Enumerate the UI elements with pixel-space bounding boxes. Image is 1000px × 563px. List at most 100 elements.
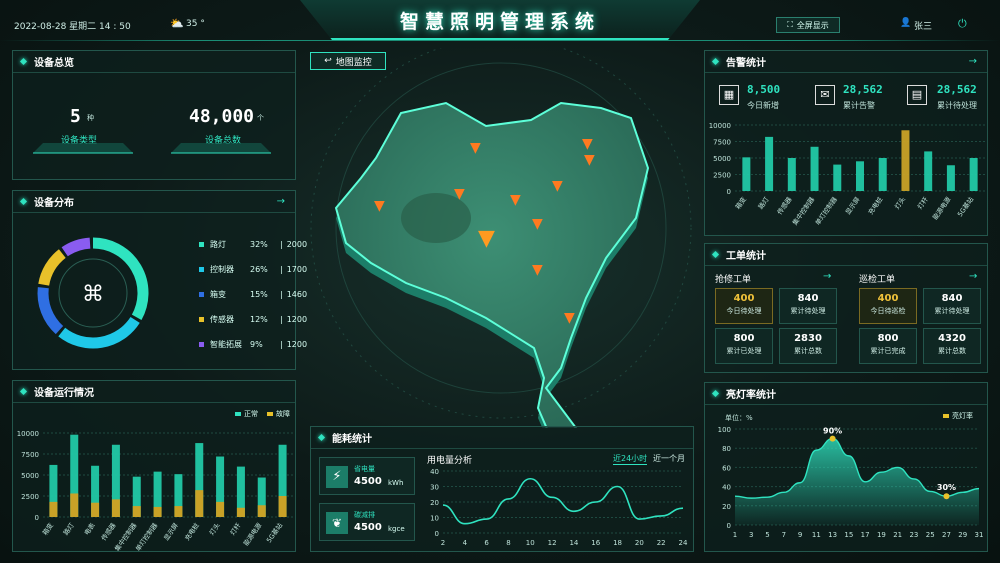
bar bbox=[132, 506, 141, 517]
workorder-card[interactable]: 840 累计待处理 bbox=[923, 288, 981, 324]
x-tick-label: 5 bbox=[765, 531, 769, 539]
arrow-right-icon[interactable]: → bbox=[969, 271, 977, 282]
user-name[interactable]: 张三 bbox=[914, 19, 932, 32]
x-tick-label: 电表 bbox=[82, 521, 97, 537]
y-tick-label: 100 bbox=[718, 426, 731, 434]
x-tick-label: 6 bbox=[484, 539, 489, 547]
legend-light-rate: 亮灯率 bbox=[943, 411, 973, 421]
bar bbox=[810, 146, 819, 191]
x-tick-label: 路灯 bbox=[61, 521, 76, 537]
workorder-value: 800 bbox=[733, 333, 755, 344]
panel-title: 工单统计 bbox=[726, 251, 766, 262]
distribution-legend-item: 传感器 12% | 1200 bbox=[199, 314, 307, 325]
x-tick-label: 5G基站 bbox=[264, 521, 284, 545]
x-tick-label: 21 bbox=[893, 531, 902, 539]
legend-pct: 12% bbox=[250, 315, 268, 324]
x-tick-label: 29 bbox=[958, 531, 967, 539]
x-tick-label: 集中控制器 bbox=[790, 195, 816, 227]
arrow-right-icon[interactable]: → bbox=[969, 56, 977, 67]
x-tick-label: 4 bbox=[463, 539, 468, 547]
legend-name: 传感器 bbox=[210, 315, 234, 324]
expand-icon: ⛶ bbox=[787, 20, 793, 29]
energy-panel: 能耗统计 ⚡ 省电量 4500 kWh ❦ 碳减排 4500 kgce 用电量分… bbox=[310, 426, 694, 552]
y-tick-label: 0 bbox=[727, 188, 731, 196]
map-pin-icon[interactable]: ▼ bbox=[532, 216, 543, 232]
x-tick-label: 传感器 bbox=[99, 521, 118, 543]
bar bbox=[111, 499, 120, 517]
workorder-card[interactable]: 4320 累计总数 bbox=[923, 328, 981, 364]
datetime-text: 2022-08-28 星期二 14 : 50 bbox=[14, 22, 131, 32]
donut-slice bbox=[38, 249, 66, 286]
workorder-label: 今日待巡检 bbox=[870, 307, 906, 315]
y-tick-label: 10000 bbox=[17, 430, 39, 438]
distribution-donut-chart: ⌘ bbox=[37, 237, 149, 349]
low-label: 30% bbox=[937, 483, 956, 492]
x-tick-label: 27 bbox=[942, 531, 951, 539]
map-pin-icon[interactable]: ▼ bbox=[454, 186, 465, 202]
x-tick-label: 灯头 bbox=[207, 521, 222, 537]
legend-pct: 15% bbox=[250, 290, 268, 299]
inbox-icon: ✉ bbox=[815, 85, 835, 105]
map-pin-icon[interactable]: ▼ bbox=[552, 178, 563, 194]
distribution-legend-item: 箱变 15% | 1460 bbox=[199, 289, 307, 300]
peak-label: 90% bbox=[823, 427, 842, 436]
map-pin-icon[interactable]: ▼ bbox=[470, 140, 481, 156]
x-tick-label: 显示屏 bbox=[844, 195, 862, 216]
alarm-pending-value: 28,562 bbox=[937, 83, 977, 96]
workorder-card[interactable]: 840 累计待处理 bbox=[779, 288, 837, 324]
map-pin-icon[interactable]: ▼ bbox=[532, 262, 543, 278]
arrow-right-icon[interactable]: → bbox=[277, 196, 285, 207]
map-pin-icon[interactable]: ▼ bbox=[584, 152, 595, 168]
alarm-total-value: 28,562 bbox=[843, 83, 883, 96]
y-tick-label: 80 bbox=[722, 445, 731, 453]
x-tick-label: 12 bbox=[548, 539, 557, 547]
tab-24h[interactable]: 近24小时 bbox=[613, 453, 648, 465]
x-tick-label: 16 bbox=[591, 539, 600, 547]
device-total-unit: 个 bbox=[257, 114, 264, 122]
y-tick-label: 20 bbox=[430, 499, 439, 507]
fullscreen-button[interactable]: ⛶ 全屏显示 bbox=[776, 17, 840, 33]
tab-month[interactable]: 近一个月 bbox=[653, 453, 685, 464]
map-pin-icon[interactable]: ▼ bbox=[510, 192, 521, 208]
bar bbox=[216, 501, 225, 517]
x-tick-label: 能源电源 bbox=[930, 195, 953, 222]
map-pin-main-icon[interactable]: ▼ bbox=[478, 226, 495, 251]
city-3d-map[interactable] bbox=[306, 37, 696, 448]
arrow-right-icon[interactable]: → bbox=[823, 271, 831, 282]
page-title: 智慧照明管理系统 bbox=[399, 11, 600, 33]
workorder-card[interactable]: 400 今日待处理 bbox=[715, 288, 773, 324]
map-area[interactable]: ↩ 地图监控 ▼ ▼ ▼ ▼ ▼ ▼ ▼ ▼ ▼ ▼ ▼ bbox=[306, 37, 696, 448]
map-monitor-button[interactable]: ↩ 地图监控 bbox=[310, 52, 386, 70]
workorder-card[interactable]: 800 累计已处理 bbox=[715, 328, 773, 364]
y-tick-label: 60 bbox=[722, 464, 731, 472]
power-icon[interactable]: ⏻ bbox=[958, 17, 967, 31]
map-pin-icon[interactable]: ▼ bbox=[564, 310, 575, 326]
x-tick-label: 19 bbox=[877, 531, 886, 539]
y-tick-label: 20 bbox=[722, 503, 731, 511]
legend-name: 智能拓展 bbox=[210, 340, 242, 349]
x-tick-label: 能源电源 bbox=[241, 521, 264, 548]
y-tick-label: 5000 bbox=[21, 472, 39, 480]
x-tick-label: 充电桩 bbox=[182, 521, 201, 543]
y-tick-label: 7500 bbox=[713, 139, 731, 147]
diamond-icon bbox=[711, 250, 720, 259]
map-pin-icon[interactable]: ▼ bbox=[374, 198, 385, 214]
workorder-card[interactable]: 2830 累计总数 bbox=[779, 328, 837, 364]
device-types-unit: 种 bbox=[87, 114, 94, 122]
x-tick-label: 箱变 bbox=[733, 195, 748, 211]
user-icon: 👤 bbox=[900, 18, 912, 28]
panel-title: 告警统计 bbox=[726, 58, 766, 69]
cloudy-sun-icon: ⛅ bbox=[170, 17, 184, 30]
workorder-value: 400 bbox=[877, 293, 899, 304]
legend-pct: 9% bbox=[250, 340, 263, 349]
y-tick-label: 7500 bbox=[21, 451, 39, 459]
map-pin-icon[interactable]: ▼ bbox=[582, 136, 593, 152]
diamond-icon bbox=[19, 387, 28, 396]
y-tick-label: 30 bbox=[430, 484, 439, 492]
workorder-card[interactable]: 400 今日待巡检 bbox=[859, 288, 917, 324]
x-tick-label: 31 bbox=[975, 531, 984, 539]
workorder-card[interactable]: 800 累计已完成 bbox=[859, 328, 917, 364]
bar bbox=[278, 496, 287, 517]
panel-title: 设备总览 bbox=[34, 58, 74, 69]
unit-label: 单位：% bbox=[725, 414, 753, 422]
